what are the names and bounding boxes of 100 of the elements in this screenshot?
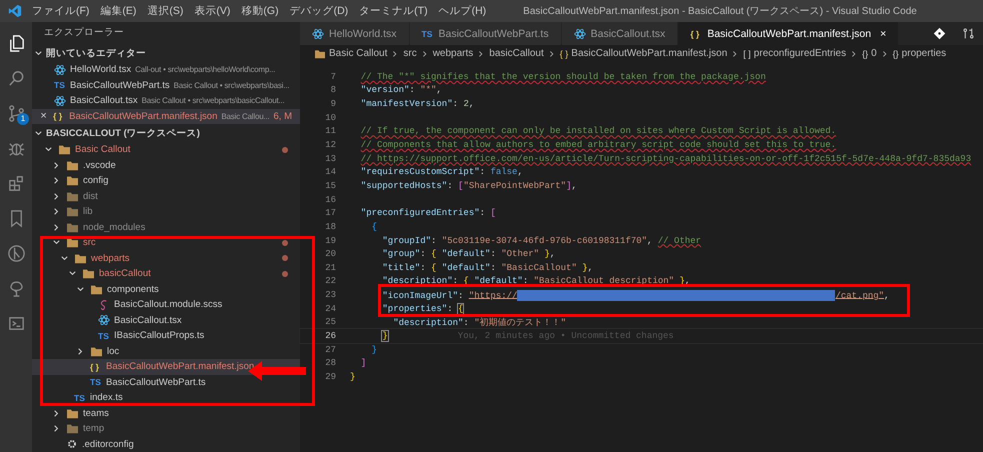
tree-item[interactable]: temp [32,421,300,436]
code-token: "BasicCallout description" [534,276,676,286]
file-name: BasicCalloutWebPart.ts [106,376,206,388]
tree-item[interactable]: .vscode [32,158,300,173]
line-number: 10 [324,112,336,123]
folder-icon [66,160,79,171]
modified-dot [282,270,288,277]
section-header[interactable]: 開いているエディター [32,44,300,62]
code-token: { [372,222,377,232]
tree-item[interactable]: dist [32,188,300,204]
menu-item[interactable]: ターミナル(T) [359,4,428,18]
tree-item[interactable]: Basic Callout [32,142,300,158]
folder-icon [90,284,103,295]
open-editor-item[interactable]: BasicCallout.tsx Basic Callout • src\webparts\basicCallout... [32,93,300,108]
code-token: : [420,249,427,260]
line-number: 7 [330,72,336,82]
compare-icon[interactable] [962,27,975,40]
activity-bar-button[interactable]: 1 [0,96,32,131]
open-editor-item[interactable]: × { } BasicCalloutWebPart.manifest.json Basic Callou... 6, M [32,108,300,124]
code-token: "https:// [468,290,518,300]
sidebar-title: エクスプローラー [43,26,125,40]
file-type-icon: { } [90,362,102,372]
breadcrumb-item[interactable]: 0 [871,48,877,59]
tree-item[interactable]: components [32,282,300,297]
line-number: 8 [330,85,336,96]
code-token: : [452,276,460,286]
menu-item[interactable]: 表示(V) [194,4,230,18]
tree-item[interactable]: basicCallout [32,266,300,282]
code-token: : [522,276,530,286]
modified-dot [282,146,288,153]
code-token: : [480,208,486,218]
editor-tab[interactable]: { } BasicCalloutWebPart.manifest.json × [678,22,900,45]
symbol-icon: {} [892,48,899,58]
line-number: 23 [324,290,336,300]
line-number: 22 [324,276,336,286]
breadcrumb-item[interactable]: properties [902,48,946,59]
code-token: "properties" [382,304,448,314]
tree-item[interactable]: loc [32,344,300,359]
code-token: "supportedHosts" [360,180,448,191]
circle-branch-icon [6,244,26,263]
tree-item[interactable]: TS IBasicCalloutProps.ts [32,328,300,344]
file-name: node_modules [83,222,146,233]
tree-item[interactable]: BasicCallout.tsx [32,312,300,328]
section-header[interactable]: BASICCALLOUT (ワークスペース) [32,124,300,142]
menu-item[interactable]: 選択(S) [147,4,184,18]
tree-item[interactable]: teams [32,406,300,421]
tree-item[interactable]: .editorconfig [32,436,300,452]
file-path: Basic Callou... [221,112,270,121]
breadcrumb-item[interactable]: BasicCalloutWebPart.manifest.json [571,48,728,59]
chevron-down-icon [34,128,43,138]
code-token: "preconfiguredEntries" [360,208,480,218]
menu-item[interactable]: 移動(G) [241,4,279,18]
breadcrumb-item[interactable]: src [403,48,417,59]
menu-item[interactable]: ヘルプ(H) [438,4,486,18]
tree-item[interactable]: lib [32,204,300,220]
line-number: 17 [324,208,336,218]
menu-item[interactable]: 編集(E) [100,4,136,18]
symbol-icon: { } [560,48,568,58]
breadcrumb-item[interactable]: preconfiguredEntries [754,48,846,59]
open-editor-item[interactable]: TS BasicCalloutWebPart.ts Basic Callout • src\webparts\basi... [32,78,300,93]
editor-tab[interactable]: TS BasicCalloutWebPart.ts [410,22,562,45]
breadcrumb-item[interactable]: basicCallout [489,48,544,59]
file-name: components [107,284,159,295]
breadcrumb-item[interactable]: Basic Callout [329,48,388,59]
file-name: loc [107,346,120,357]
atom-icon [54,94,66,107]
line-number: 16 [324,194,336,205]
file-name: IBasicCalloutProps.ts [114,330,204,342]
file-name: BasicCalloutWebPart.manifest.json [106,361,254,372]
tree-item[interactable]: TS BasicCalloutWebPart.ts [32,374,300,390]
tree-item[interactable]: BasicCallout.module.scss [32,297,300,312]
close-icon[interactable]: × [38,110,50,122]
tree-item[interactable]: config [32,173,300,188]
diamond-icon[interactable] [933,27,946,40]
open-editor-item[interactable]: HelloWorld.tsx Call-out • src\webparts\helloWorld\comp... [32,62,300,78]
menu-item[interactable]: ファイル(F) [32,4,90,18]
code-token: "初期値のテスト！！" [474,318,566,328]
code-token: "group" [382,249,420,260]
editor-tab[interactable]: HelloWorld.tsx [300,22,410,45]
code-token: "SharePointWebPart" [463,180,566,191]
tree-item[interactable]: TS index.ts [32,390,300,406]
breadcrumb-item[interactable]: webparts [432,48,474,59]
tree-item[interactable]: node_modules [32,220,300,235]
tree-item[interactable]: webparts [32,250,300,266]
menu-item[interactable]: デバッグ(D) [290,4,348,18]
file-name: config [83,175,108,186]
code-token: // If true, the component can only be installed on sites where Custom Script is allowed. [360,126,836,136]
tree-item[interactable]: src [32,235,300,250]
close-icon[interactable]: × [880,28,886,40]
code-token: } [350,372,356,382]
code-token: "BasicCallout" [501,262,578,273]
editor-tab[interactable]: BasicCallout.tsx [562,22,678,45]
code-token: "default" [440,262,490,273]
terminal-icon [6,314,26,333]
tab-label: BasicCallout.tsx [590,28,666,40]
folder-icon [66,408,79,419]
file-name: BasicCallout.tsx [114,314,182,326]
file-name: Basic Callout [75,144,130,156]
file-name: lib [83,206,93,218]
code-token: 2 [463,99,469,110]
